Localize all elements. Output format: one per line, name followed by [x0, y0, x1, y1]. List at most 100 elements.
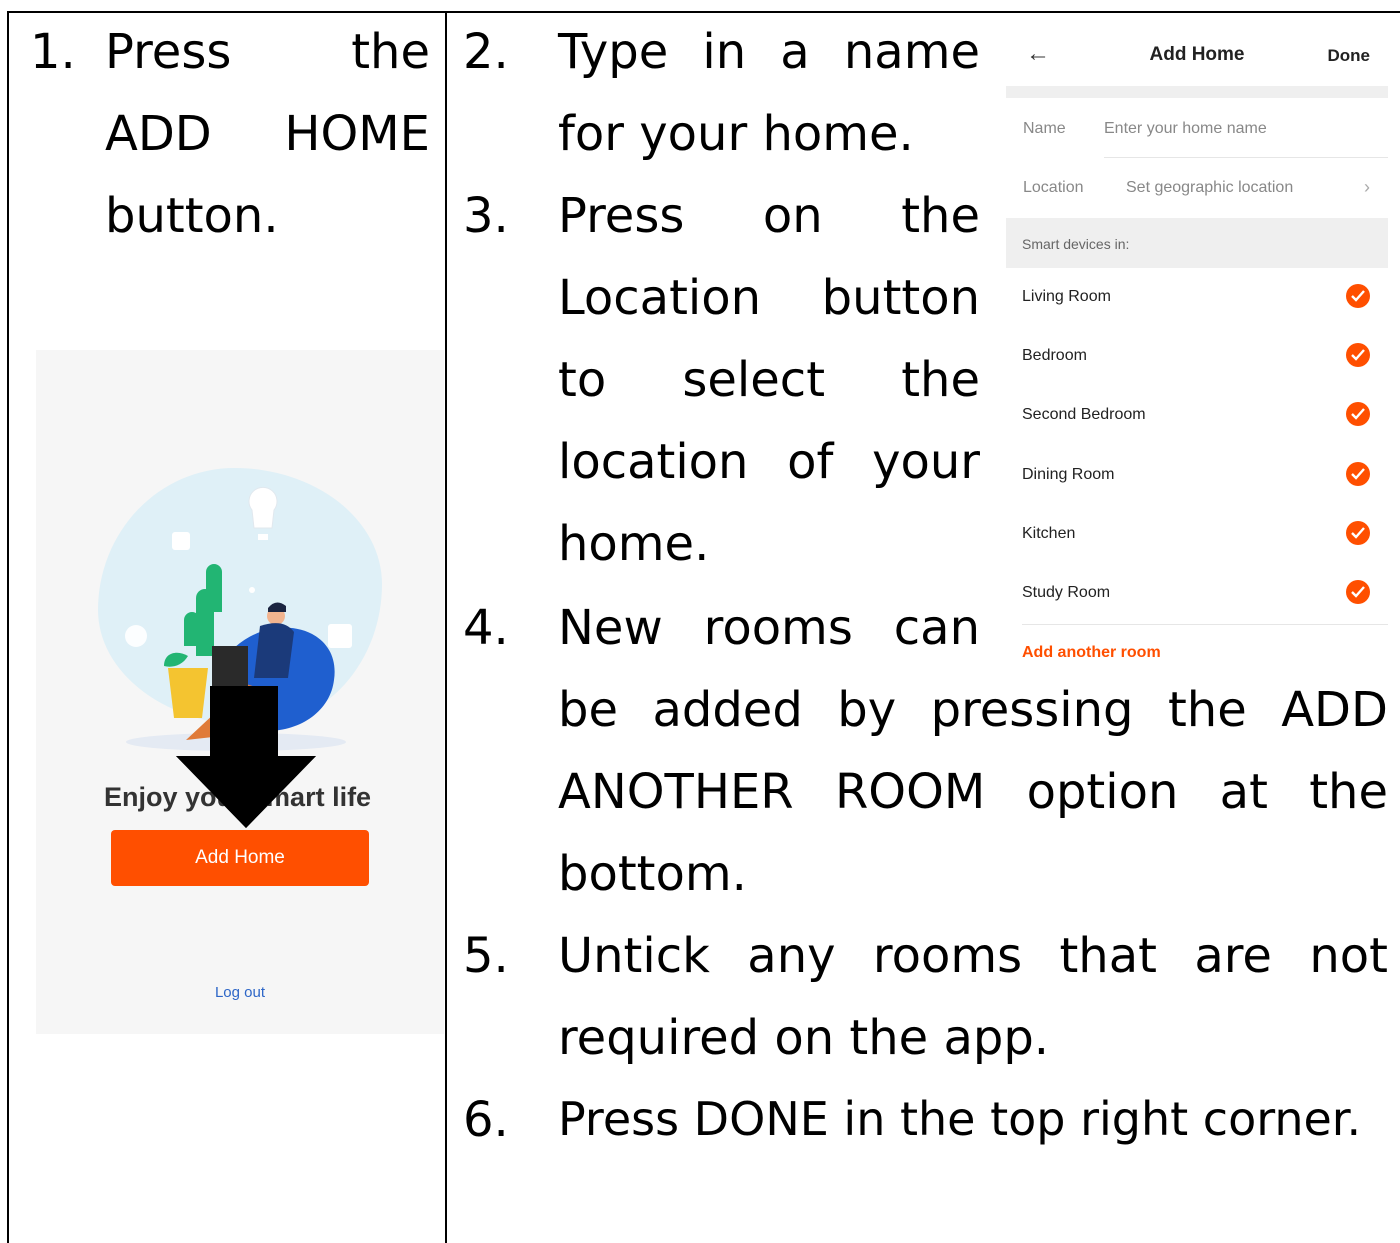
step-4-line-4: bottom. [558, 846, 747, 902]
checkmark-icon[interactable] [1346, 284, 1370, 308]
room-label: Living Room [1022, 288, 1111, 305]
word: select [682, 352, 826, 408]
done-button[interactable]: Done [1328, 46, 1371, 66]
step-4-line-2: be added by pressing the ADD [558, 686, 1388, 734]
room-row[interactable]: Second Bedroom [1006, 388, 1388, 447]
step-5-line-1: Untick any rooms that are not [558, 932, 1388, 980]
word: in [702, 24, 747, 80]
word: by [837, 682, 897, 738]
word: option [1026, 764, 1179, 820]
word: to [558, 352, 607, 408]
word: your [872, 434, 980, 490]
location-selector[interactable]: Set geographic location [1126, 179, 1293, 197]
word: on [762, 188, 823, 244]
step-2-line-2: for your home. [558, 106, 914, 162]
step-5-number: 5. [463, 928, 509, 984]
step-6-line-1: Press DONE in the top right corner. [558, 1092, 1362, 1146]
word: ROOM [834, 764, 986, 820]
room-label: Kitchen [1022, 525, 1076, 542]
checkmark-icon[interactable] [1346, 462, 1370, 486]
step-1-number: 1. [30, 24, 76, 80]
app-header: ← Add Home Done [1006, 22, 1388, 88]
table-column-divider [445, 11, 447, 1243]
room-row[interactable]: Kitchen [1006, 507, 1388, 566]
room-label: Second Bedroom [1022, 406, 1146, 423]
step-3-line-1: Press on the [558, 192, 980, 240]
step-1-line-1: Press the [105, 28, 430, 76]
logout-link[interactable]: Log out [36, 984, 444, 1001]
room-row[interactable]: Dining Room [1006, 448, 1388, 507]
section-label: Smart devices in: [1022, 236, 1130, 252]
word: that [1059, 928, 1157, 984]
word: name [843, 24, 980, 80]
word: not [1309, 928, 1388, 984]
add-home-button[interactable]: Add Home [111, 830, 369, 886]
checkmark-icon[interactable] [1346, 580, 1370, 604]
table-left-border [7, 11, 9, 1243]
room-label: Study Room [1022, 584, 1111, 601]
header-divider [1006, 86, 1388, 98]
word: rooms [703, 600, 853, 656]
word: Press [105, 24, 232, 80]
app-screenshot-add-home: ← Add Home Done Name Enter your home nam… [1006, 22, 1388, 672]
chevron-right-icon[interactable]: › [1364, 177, 1370, 198]
room-label: Dining Room [1022, 466, 1115, 483]
word: the [1309, 764, 1388, 820]
step-2-line-1: Type in a name [558, 28, 980, 76]
room-label: Bedroom [1022, 347, 1087, 364]
word: Location [558, 270, 762, 326]
word: rooms [872, 928, 1023, 984]
step-1-line-2: ADD HOME [105, 110, 430, 158]
location-label: Location [1023, 179, 1084, 196]
word: ADD [105, 106, 212, 162]
word: added [652, 682, 803, 738]
room-row[interactable]: Study Room [1006, 566, 1388, 625]
word: button [821, 270, 980, 326]
word: are [1194, 928, 1272, 984]
step-6-number: 6. [463, 1092, 509, 1148]
word: the [351, 24, 430, 80]
step-1-line-3: button. [105, 188, 279, 244]
table-top-border [7, 11, 1400, 13]
word: at [1219, 764, 1268, 820]
word: the [901, 352, 980, 408]
word: pressing [930, 682, 1134, 738]
name-label: Name [1023, 120, 1066, 137]
word: Type [558, 24, 669, 80]
word: HOME [284, 106, 430, 162]
checkmark-icon[interactable] [1346, 402, 1370, 426]
smart-devices-section-header: Smart devices in: [1006, 218, 1388, 268]
step-2-number: 2. [463, 24, 509, 80]
word: the [1167, 682, 1247, 738]
word: be [558, 682, 618, 738]
word: can [893, 600, 980, 656]
word: any [747, 928, 836, 984]
step-3-line-2: Location button [558, 274, 980, 322]
word: location [558, 434, 749, 490]
word: Untick [558, 928, 710, 984]
step-3-number: 3. [463, 188, 509, 244]
checkmark-icon[interactable] [1346, 343, 1370, 367]
step-4-number: 4. [463, 600, 509, 656]
add-another-room-link[interactable]: Add another room [1022, 644, 1161, 662]
word: Press [558, 188, 685, 244]
room-row[interactable]: Living Room [1006, 270, 1388, 329]
word: the [901, 188, 980, 244]
checkmark-icon[interactable] [1346, 521, 1370, 545]
step-3-line-4: location of your [558, 438, 980, 486]
step-3-line-5: home. [558, 516, 710, 572]
arrow-down-overlay-icon [176, 686, 316, 828]
room-row[interactable]: Bedroom [1006, 329, 1388, 388]
word: a [780, 24, 810, 80]
divider [1022, 624, 1388, 625]
word: New [558, 600, 663, 656]
step-4-line-1: New rooms can [558, 604, 980, 652]
step-3-line-3: to select the [558, 356, 980, 404]
word: ANOTHER [558, 764, 794, 820]
word: ADD [1281, 682, 1388, 738]
step-5-line-2: required on the app. [558, 1010, 1050, 1066]
word: of [787, 434, 834, 490]
step-4-line-3: ANOTHER ROOM option at the [558, 768, 1388, 816]
divider [1104, 157, 1388, 158]
name-input[interactable]: Enter your home name [1104, 120, 1267, 138]
